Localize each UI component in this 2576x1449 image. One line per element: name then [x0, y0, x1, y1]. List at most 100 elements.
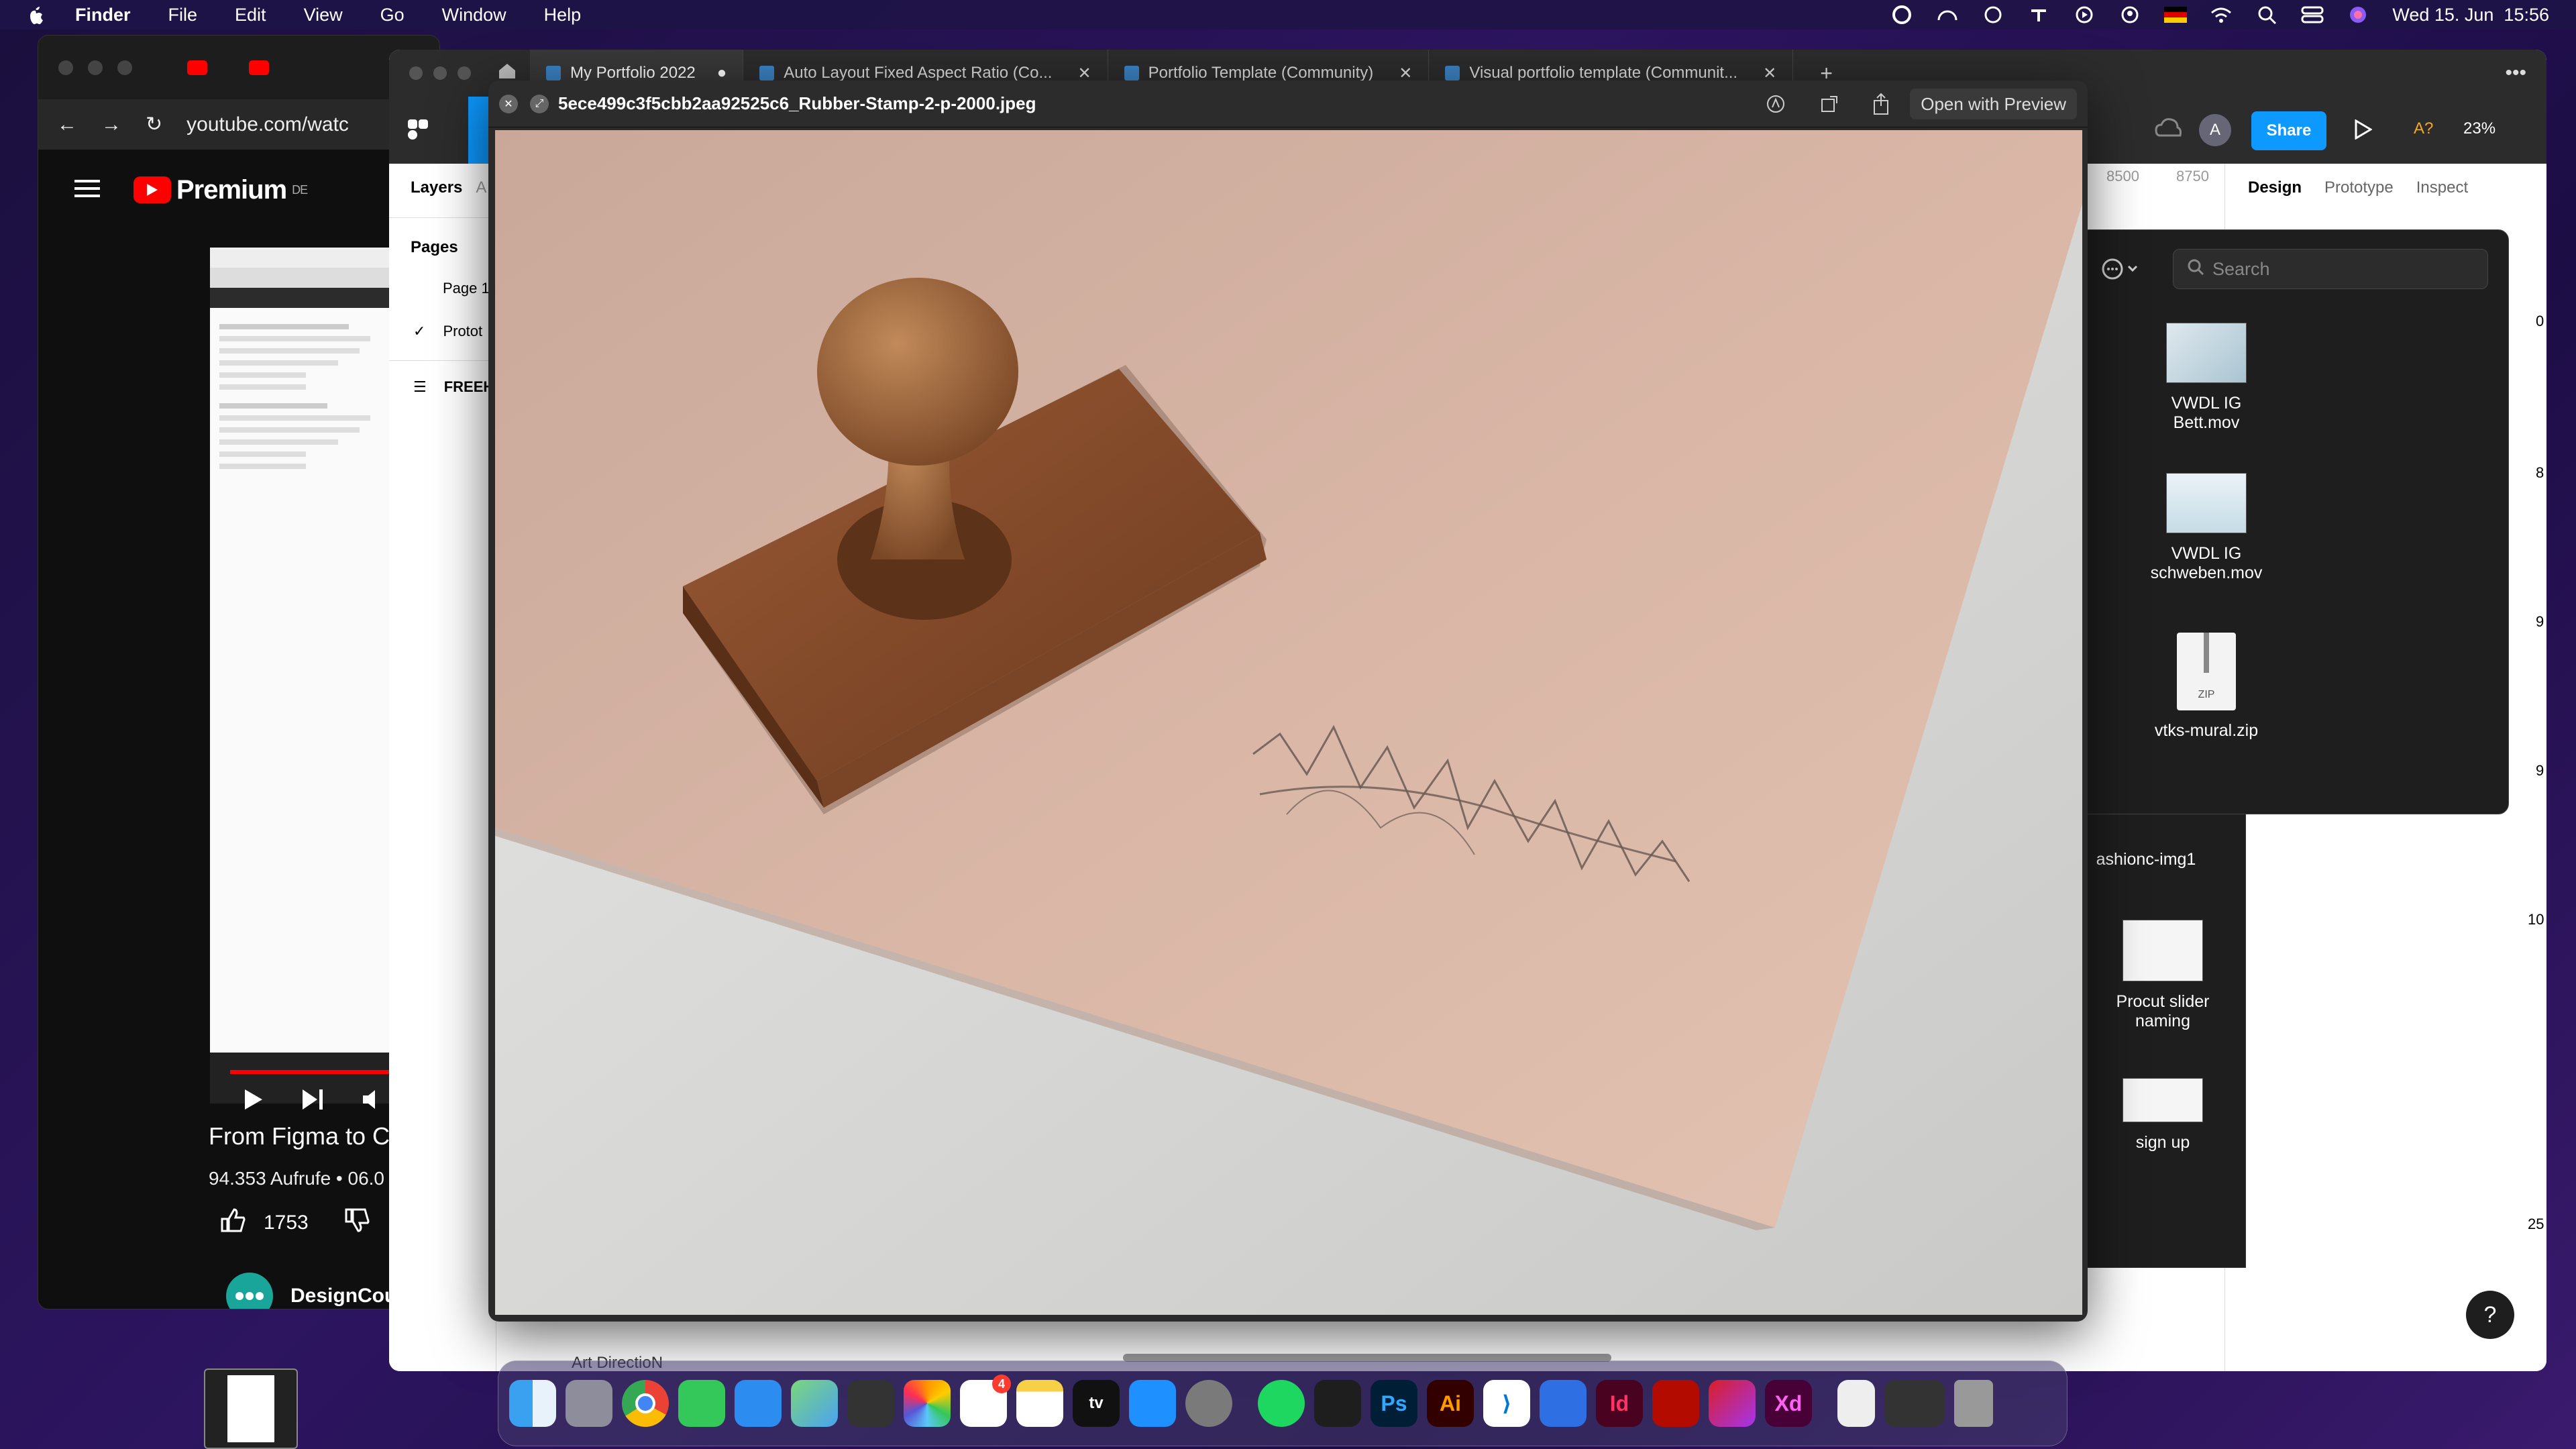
- page-item-prototype[interactable]: ✓ Protot: [389, 297, 496, 340]
- notes-dock-icon[interactable]: [1016, 1380, 1063, 1427]
- flag-de-icon[interactable]: [2164, 5, 2188, 25]
- recent-stack-icon[interactable]: [1884, 1380, 1945, 1427]
- open-with-preview-button[interactable]: Open with Preview: [1910, 89, 2077, 119]
- tv-dock-icon[interactable]: tv: [1073, 1380, 1120, 1427]
- control-center-icon[interactable]: [2301, 5, 2324, 25]
- file-item[interactable]: VWDL IG Bett.mov: [2133, 323, 2280, 433]
- channel-avatar[interactable]: [226, 1273, 273, 1309]
- creative-cloud-icon[interactable]: [1936, 5, 1959, 25]
- back-arrow-icon[interactable]: ←: [57, 113, 77, 136]
- youtube-tab-icon[interactable]: [187, 60, 207, 75]
- reminders-dock-icon[interactable]: 4: [960, 1375, 1011, 1427]
- window-close-button[interactable]: [409, 66, 423, 80]
- action-menu-icon[interactable]: [2100, 257, 2141, 284]
- maps-dock-icon[interactable]: [791, 1380, 838, 1427]
- app-store-dock-icon[interactable]: [1129, 1380, 1176, 1427]
- menu-edit[interactable]: Edit: [235, 5, 266, 25]
- list-layer-icon: ☰: [413, 378, 427, 395]
- illustrator-dock-icon[interactable]: Ai: [1427, 1380, 1474, 1427]
- help-button[interactable]: ?: [2466, 1291, 2514, 1339]
- file-item[interactable]: VWDL IG schweben.mov: [2133, 473, 2280, 583]
- play-icon[interactable]: [244, 1087, 264, 1118]
- spotify-dock-icon[interactable]: [1258, 1380, 1305, 1427]
- close-icon[interactable]: ✕: [499, 94, 518, 113]
- thumbs-up-icon[interactable]: [219, 1207, 246, 1239]
- tab-inspect[interactable]: Inspect: [2416, 178, 2468, 197]
- menu-go[interactable]: Go: [380, 5, 405, 25]
- zoom-level[interactable]: 23%: [2463, 119, 2496, 138]
- minimized-window-thumbnail[interactable]: [204, 1368, 298, 1449]
- menu-file[interactable]: File: [168, 5, 198, 25]
- creative-cloud-dock-icon[interactable]: [1709, 1380, 1756, 1427]
- calculator-dock-icon[interactable]: [847, 1380, 894, 1427]
- menu-clock[interactable]: Wed 15. Jun 15:56: [2392, 5, 2549, 25]
- missing-fonts-indicator[interactable]: A?: [2414, 119, 2433, 138]
- siri-icon[interactable]: [2347, 5, 2369, 25]
- hamburger-menu-icon[interactable]: [74, 178, 100, 202]
- user-avatar[interactable]: A: [2199, 114, 2231, 146]
- figma-main-menu-icon[interactable]: [405, 117, 432, 147]
- downloads-stack-icon[interactable]: [1837, 1380, 1875, 1427]
- file-item[interactable]: Procut slider naming: [2089, 920, 2237, 1031]
- window-minimize-button[interactable]: [433, 66, 447, 80]
- wifi-icon[interactable]: [2210, 5, 2233, 25]
- window-zoom-button[interactable]: [458, 66, 471, 80]
- tab-assets[interactable]: A: [476, 178, 486, 197]
- window-zoom-button[interactable]: [117, 60, 132, 75]
- play-status-icon[interactable]: [2073, 5, 2096, 25]
- url-field[interactable]: youtube.com/watc: [186, 113, 349, 136]
- cloud-icon[interactable]: [2155, 117, 2182, 144]
- window-close-button[interactable]: [58, 60, 73, 75]
- volume-icon[interactable]: [362, 1087, 382, 1118]
- photoshop-dock-icon[interactable]: Ps: [1371, 1380, 1417, 1427]
- youtube-tab-icon[interactable]: [249, 60, 269, 75]
- channel-name[interactable]: DesignCour: [290, 1285, 405, 1307]
- acrobat-dock-icon[interactable]: [1652, 1380, 1699, 1427]
- rotate-icon[interactable]: [1819, 94, 1839, 117]
- tab-prototype[interactable]: Prototype: [2324, 178, 2394, 197]
- file-item[interactable]: ashionc-img1: [2072, 850, 2220, 869]
- vscode-dock-icon[interactable]: ⟩: [1483, 1380, 1530, 1427]
- xd-dock-icon[interactable]: Xd: [1765, 1380, 1812, 1427]
- markup-icon[interactable]: [1766, 94, 1786, 117]
- menu-window[interactable]: Window: [442, 5, 506, 25]
- share-button[interactable]: Share: [2251, 111, 2326, 150]
- photos-dock-icon[interactable]: [904, 1380, 951, 1427]
- youtube-premium-logo[interactable]: Premium DE: [133, 175, 308, 205]
- share-icon[interactable]: [1872, 93, 1890, 119]
- apple-icon[interactable]: [25, 3, 46, 26]
- layer-item[interactable]: ☰ FREEH: [389, 361, 496, 396]
- google-icon[interactable]: [1890, 5, 1913, 25]
- menu-help[interactable]: Help: [544, 5, 582, 25]
- system-preferences-dock-icon[interactable]: [1185, 1380, 1232, 1427]
- arc-dock-icon[interactable]: [1540, 1380, 1587, 1427]
- trash-dock-icon[interactable]: [1954, 1380, 1993, 1427]
- spotlight-search-icon[interactable]: [2255, 5, 2278, 25]
- user-icon[interactable]: [2118, 5, 2141, 25]
- tab-design[interactable]: Design: [2248, 178, 2302, 197]
- finder-dock-icon[interactable]: [509, 1380, 556, 1427]
- menu-view[interactable]: View: [304, 5, 343, 25]
- more-options-icon[interactable]: •••: [2505, 62, 2526, 85]
- page-item-1[interactable]: Page 1: [389, 257, 496, 297]
- tab-layers[interactable]: Layers: [411, 178, 462, 197]
- forward-arrow-icon[interactable]: →: [101, 113, 121, 136]
- messages-dock-icon[interactable]: [678, 1380, 725, 1427]
- indesign-dock-icon[interactable]: Id: [1596, 1380, 1643, 1427]
- launchpad-dock-icon[interactable]: [566, 1380, 612, 1427]
- chrome-dock-icon[interactable]: [622, 1380, 669, 1427]
- cloud-sync-icon[interactable]: [1982, 5, 2004, 25]
- expand-icon[interactable]: ⤢: [530, 94, 549, 113]
- figma-dock-icon[interactable]: [1314, 1380, 1361, 1427]
- network-icon[interactable]: [2027, 5, 2050, 25]
- mail-dock-icon[interactable]: [735, 1380, 782, 1427]
- menu-app-name[interactable]: Finder: [75, 5, 131, 25]
- thumbs-down-icon[interactable]: [343, 1207, 370, 1239]
- reload-icon[interactable]: ↻: [146, 113, 162, 136]
- file-item[interactable]: sign up: [2089, 1078, 2237, 1152]
- next-icon[interactable]: [301, 1087, 324, 1118]
- search-field[interactable]: Search: [2173, 249, 2488, 289]
- file-item[interactable]: ZIP vtks-mural.zip: [2133, 633, 2280, 741]
- present-play-icon[interactable]: [2355, 119, 2373, 143]
- window-minimize-button[interactable]: [88, 60, 103, 75]
